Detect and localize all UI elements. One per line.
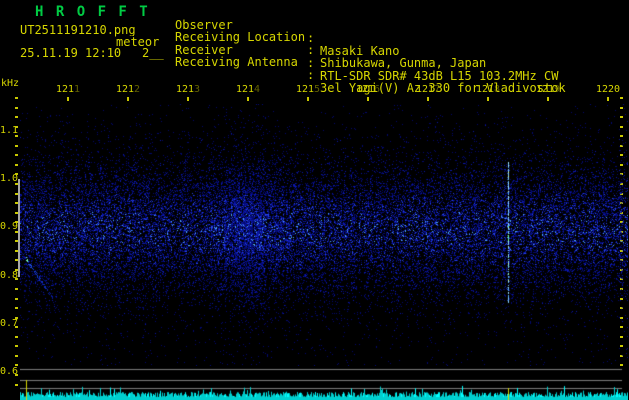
time-tick-mark (367, 97, 369, 101)
time-tick-label: 1213 (175, 84, 201, 95)
axis-tick-mark (15, 345, 18, 347)
axis-tick-mark (15, 307, 18, 309)
axis-tick-mark (15, 164, 18, 166)
freq-unit-label: kHz (1, 78, 20, 89)
time-tick-label: 1214 (235, 84, 261, 95)
axis-tick-mark (15, 116, 18, 118)
time-tick-label: 1217 (415, 84, 441, 95)
axis-tick-mark (15, 317, 18, 319)
time-tick-mark (307, 97, 309, 101)
time-tick-label: 1216 (355, 84, 381, 95)
axis-tick-mark (15, 278, 18, 280)
axis-tick-mark (15, 336, 18, 338)
time-tick-label: 1211 (55, 84, 81, 95)
axis-tick-mark (15, 355, 18, 357)
time-tick-mark (247, 97, 249, 101)
level-strip-canvas (20, 366, 628, 400)
hrofft-screen: H R O F F T UT2511191210.png meteor 25.1… (0, 0, 629, 400)
axis-tick-mark (15, 374, 18, 376)
time-tick-label: 1220 (595, 84, 621, 95)
time-tick-mark (187, 97, 189, 101)
info-row: Receiving Antenna : 3el Yagi(V) Az 330 f… (0, 43, 629, 108)
axis-tick-mark (15, 107, 18, 109)
time-tick-mark (487, 97, 489, 101)
spectrogram-canvas (20, 104, 628, 366)
time-tick-mark (127, 97, 129, 101)
time-tick-mark (607, 97, 609, 101)
axis-tick-mark (15, 384, 18, 386)
time-tick-label: 1215 (295, 84, 321, 95)
time-tick-label: 1219 (535, 84, 561, 95)
axis-tick-mark (620, 97, 623, 99)
axis-tick-mark (15, 364, 18, 366)
axis-tick-mark (15, 135, 18, 137)
band-marker-bar (18, 179, 20, 277)
info-label-antenna: Receiving Antenna (175, 55, 298, 69)
time-tick-mark (67, 97, 69, 101)
time-tick-label: 1212 (115, 84, 141, 95)
info-colon: : (307, 68, 315, 82)
axis-tick-mark (15, 126, 18, 128)
time-tick-label: 1218 (475, 84, 501, 95)
axis-tick-mark (15, 145, 18, 147)
axis-tick-mark (15, 326, 18, 328)
axis-tick-mark (15, 154, 18, 156)
axis-tick-mark (15, 97, 18, 99)
axis-tick-mark (15, 173, 18, 175)
time-tick-mark (427, 97, 429, 101)
time-tick-mark (547, 97, 549, 101)
axis-tick-mark (15, 288, 18, 290)
axis-tick-mark (15, 298, 18, 300)
